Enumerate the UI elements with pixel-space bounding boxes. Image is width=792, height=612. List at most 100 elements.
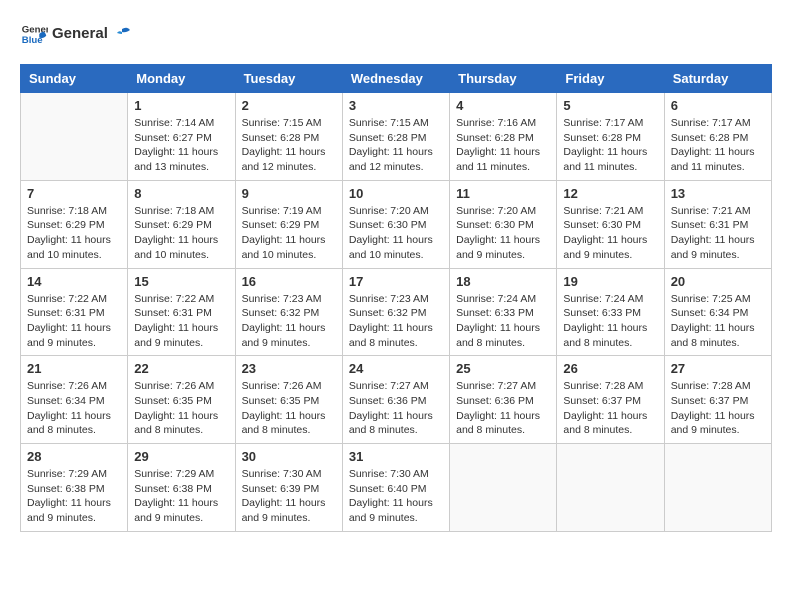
calendar-day-cell: 5Sunrise: 7:17 AMSunset: 6:28 PMDaylight… [557, 93, 664, 181]
day-number: 21 [27, 361, 121, 376]
calendar-day-cell: 6Sunrise: 7:17 AMSunset: 6:28 PMDaylight… [664, 93, 771, 181]
logo-bird-icon [113, 25, 131, 43]
day-number: 11 [456, 186, 550, 201]
day-info: Sunrise: 7:20 AMSunset: 6:30 PMDaylight:… [456, 204, 550, 263]
calendar-day-cell: 22 Sunrise: 7:26 AMSunset: 6:35 PMDayligh… [128, 356, 235, 444]
calendar-day-cell [664, 444, 771, 532]
day-info: Sunrise: 7:27 AMSunset: 6:36 PMDaylight:… [349, 379, 443, 438]
calendar-day-cell: 12 Sunrise: 7:21 AMSunset: 6:30 PMDayligh… [557, 180, 664, 268]
calendar-day-cell [21, 93, 128, 181]
calendar-day-cell [450, 444, 557, 532]
day-number: 4 [456, 98, 550, 113]
calendar-day-cell: 7Sunrise: 7:18 AMSunset: 6:29 PMDaylight… [21, 180, 128, 268]
day-info: Sunrise: 7:29 AMSunset: 6:38 PMDaylight:… [134, 467, 228, 526]
calendar-week-row: 1 Sunrise: 7:14 AMSunset: 6:27 PMDaylight… [21, 93, 772, 181]
calendar-day-cell: 30Sunrise: 7:30 AMSunset: 6:39 PMDayligh… [235, 444, 342, 532]
day-info: Sunrise: 7:26 AMSunset: 6:35 PMDaylight:… [134, 379, 228, 438]
day-number: 13 [671, 186, 765, 201]
calendar-day-cell: 3 Sunrise: 7:15 AMSunset: 6:28 PMDaylight… [342, 93, 449, 181]
calendar-day-cell: 4 Sunrise: 7:16 AMSunset: 6:28 PMDaylight… [450, 93, 557, 181]
day-number: 29 [134, 449, 228, 464]
day-info: Sunrise: 7:15 AMSunset: 6:28 PMDaylight:… [349, 116, 443, 175]
calendar-day-cell: 25 Sunrise: 7:27 AMSunset: 6:36 PMDayligh… [450, 356, 557, 444]
day-info: Sunrise: 7:14 AMSunset: 6:27 PMDaylight:… [134, 116, 228, 175]
day-info: Sunrise: 7:15 AMSunset: 6:28 PMDaylight:… [242, 116, 336, 175]
day-of-week-header: Sunday [21, 65, 128, 93]
calendar-day-cell: 21Sunrise: 7:26 AMSunset: 6:34 PMDayligh… [21, 356, 128, 444]
day-info: Sunrise: 7:22 AMSunset: 6:31 PMDaylight:… [134, 292, 228, 351]
logo-icon: General Blue [20, 20, 48, 48]
calendar-day-cell: 15 Sunrise: 7:22 AMSunset: 6:31 PMDayligh… [128, 268, 235, 356]
day-number: 28 [27, 449, 121, 464]
calendar-day-cell: 11 Sunrise: 7:20 AMSunset: 6:30 PMDayligh… [450, 180, 557, 268]
day-number: 26 [563, 361, 657, 376]
calendar-day-cell: 13Sunrise: 7:21 AMSunset: 6:31 PMDayligh… [664, 180, 771, 268]
day-info: Sunrise: 7:28 AMSunset: 6:37 PMDaylight:… [563, 379, 657, 438]
calendar-week-row: 7 Sunrise: 7:18 AMSunset: 6:29 PMDaylight… [21, 180, 772, 268]
svg-text:Blue: Blue [22, 35, 43, 46]
calendar-day-cell: 20 Sunrise: 7:25 AMSunset: 6:34 PMDayligh… [664, 268, 771, 356]
day-info: Sunrise: 7:20 AMSunset: 6:30 PMDaylight:… [349, 204, 443, 263]
day-number: 15 [134, 274, 228, 289]
day-info: Sunrise: 7:28 AMSunset: 6:37 PMDaylight:… [671, 379, 765, 438]
day-of-week-header: Monday [128, 65, 235, 93]
day-number: 20 [671, 274, 765, 289]
calendar-day-cell: 19 Sunrise: 7:24 AMSunset: 6:33 PMDayligh… [557, 268, 664, 356]
day-number: 24 [349, 361, 443, 376]
day-of-week-header: Saturday [664, 65, 771, 93]
day-info: Sunrise: 7:30 AMSunset: 6:40 PMDaylight:… [349, 467, 443, 526]
day-number: 7 [27, 186, 121, 201]
calendar-day-cell: 29 Sunrise: 7:29 AMSunset: 6:38 PMDayligh… [128, 444, 235, 532]
day-info: Sunrise: 7:22 AMSunset: 6:31 PMDaylight:… [27, 292, 121, 351]
calendar-day-cell: 26 Sunrise: 7:28 AMSunset: 6:37 PMDayligh… [557, 356, 664, 444]
day-number: 31 [349, 449, 443, 464]
day-info: Sunrise: 7:23 AMSunset: 6:32 PMDaylight:… [349, 292, 443, 351]
calendar-day-cell: 1 Sunrise: 7:14 AMSunset: 6:27 PMDaylight… [128, 93, 235, 181]
calendar-day-cell: 2 Sunrise: 7:15 AMSunset: 6:28 PMDaylight… [235, 93, 342, 181]
calendar-header-row: SundayMondayTuesdayWednesdayThursdayFrid… [21, 65, 772, 93]
calendar-day-cell: 18 Sunrise: 7:24 AMSunset: 6:33 PMDayligh… [450, 268, 557, 356]
calendar-week-row: 21Sunrise: 7:26 AMSunset: 6:34 PMDayligh… [21, 356, 772, 444]
calendar-week-row: 28 Sunrise: 7:29 AMSunset: 6:38 PMDayligh… [21, 444, 772, 532]
day-number: 27 [671, 361, 765, 376]
day-number: 10 [349, 186, 443, 201]
calendar-day-cell: 10 Sunrise: 7:20 AMSunset: 6:30 PMDayligh… [342, 180, 449, 268]
day-number: 19 [563, 274, 657, 289]
day-number: 12 [563, 186, 657, 201]
day-info: Sunrise: 7:30 AMSunset: 6:39 PMDaylight:… [242, 467, 336, 526]
day-number: 8 [134, 186, 228, 201]
day-number: 16 [242, 274, 336, 289]
day-info: Sunrise: 7:25 AMSunset: 6:34 PMDaylight:… [671, 292, 765, 351]
logo-general-text: General [52, 25, 112, 42]
calendar-table: SundayMondayTuesdayWednesdayThursdayFrid… [20, 64, 772, 532]
calendar-day-cell: 24 Sunrise: 7:27 AMSunset: 6:36 PMDayligh… [342, 356, 449, 444]
day-info: Sunrise: 7:26 AMSunset: 6:35 PMDaylight:… [242, 379, 336, 438]
day-info: Sunrise: 7:29 AMSunset: 6:38 PMDaylight:… [27, 467, 121, 526]
day-number: 23 [242, 361, 336, 376]
day-of-week-header: Wednesday [342, 65, 449, 93]
day-number: 17 [349, 274, 443, 289]
logo: General Blue General [20, 20, 131, 48]
day-number: 25 [456, 361, 550, 376]
day-number: 2 [242, 98, 336, 113]
day-number: 5 [563, 98, 657, 113]
day-info: Sunrise: 7:24 AMSunset: 6:33 PMDaylight:… [456, 292, 550, 351]
day-info: Sunrise: 7:16 AMSunset: 6:28 PMDaylight:… [456, 116, 550, 175]
day-info: Sunrise: 7:24 AMSunset: 6:33 PMDaylight:… [563, 292, 657, 351]
day-info: Sunrise: 7:27 AMSunset: 6:36 PMDaylight:… [456, 379, 550, 438]
day-number: 18 [456, 274, 550, 289]
day-of-week-header: Friday [557, 65, 664, 93]
day-number: 3 [349, 98, 443, 113]
day-info: Sunrise: 7:19 AMSunset: 6:29 PMDaylight:… [242, 204, 336, 263]
day-number: 14 [27, 274, 121, 289]
day-info: Sunrise: 7:18 AMSunset: 6:29 PMDaylight:… [134, 204, 228, 263]
day-number: 9 [242, 186, 336, 201]
day-info: Sunrise: 7:17 AMSunset: 6:28 PMDaylight:… [671, 116, 765, 175]
calendar-day-cell: 8 Sunrise: 7:18 AMSunset: 6:29 PMDaylight… [128, 180, 235, 268]
calendar-week-row: 14 Sunrise: 7:22 AMSunset: 6:31 PMDayligh… [21, 268, 772, 356]
calendar-day-cell [557, 444, 664, 532]
day-number: 22 [134, 361, 228, 376]
calendar-day-cell: 27 Sunrise: 7:28 AMSunset: 6:37 PMDayligh… [664, 356, 771, 444]
day-number: 1 [134, 98, 228, 113]
day-info: Sunrise: 7:21 AMSunset: 6:30 PMDaylight:… [563, 204, 657, 263]
